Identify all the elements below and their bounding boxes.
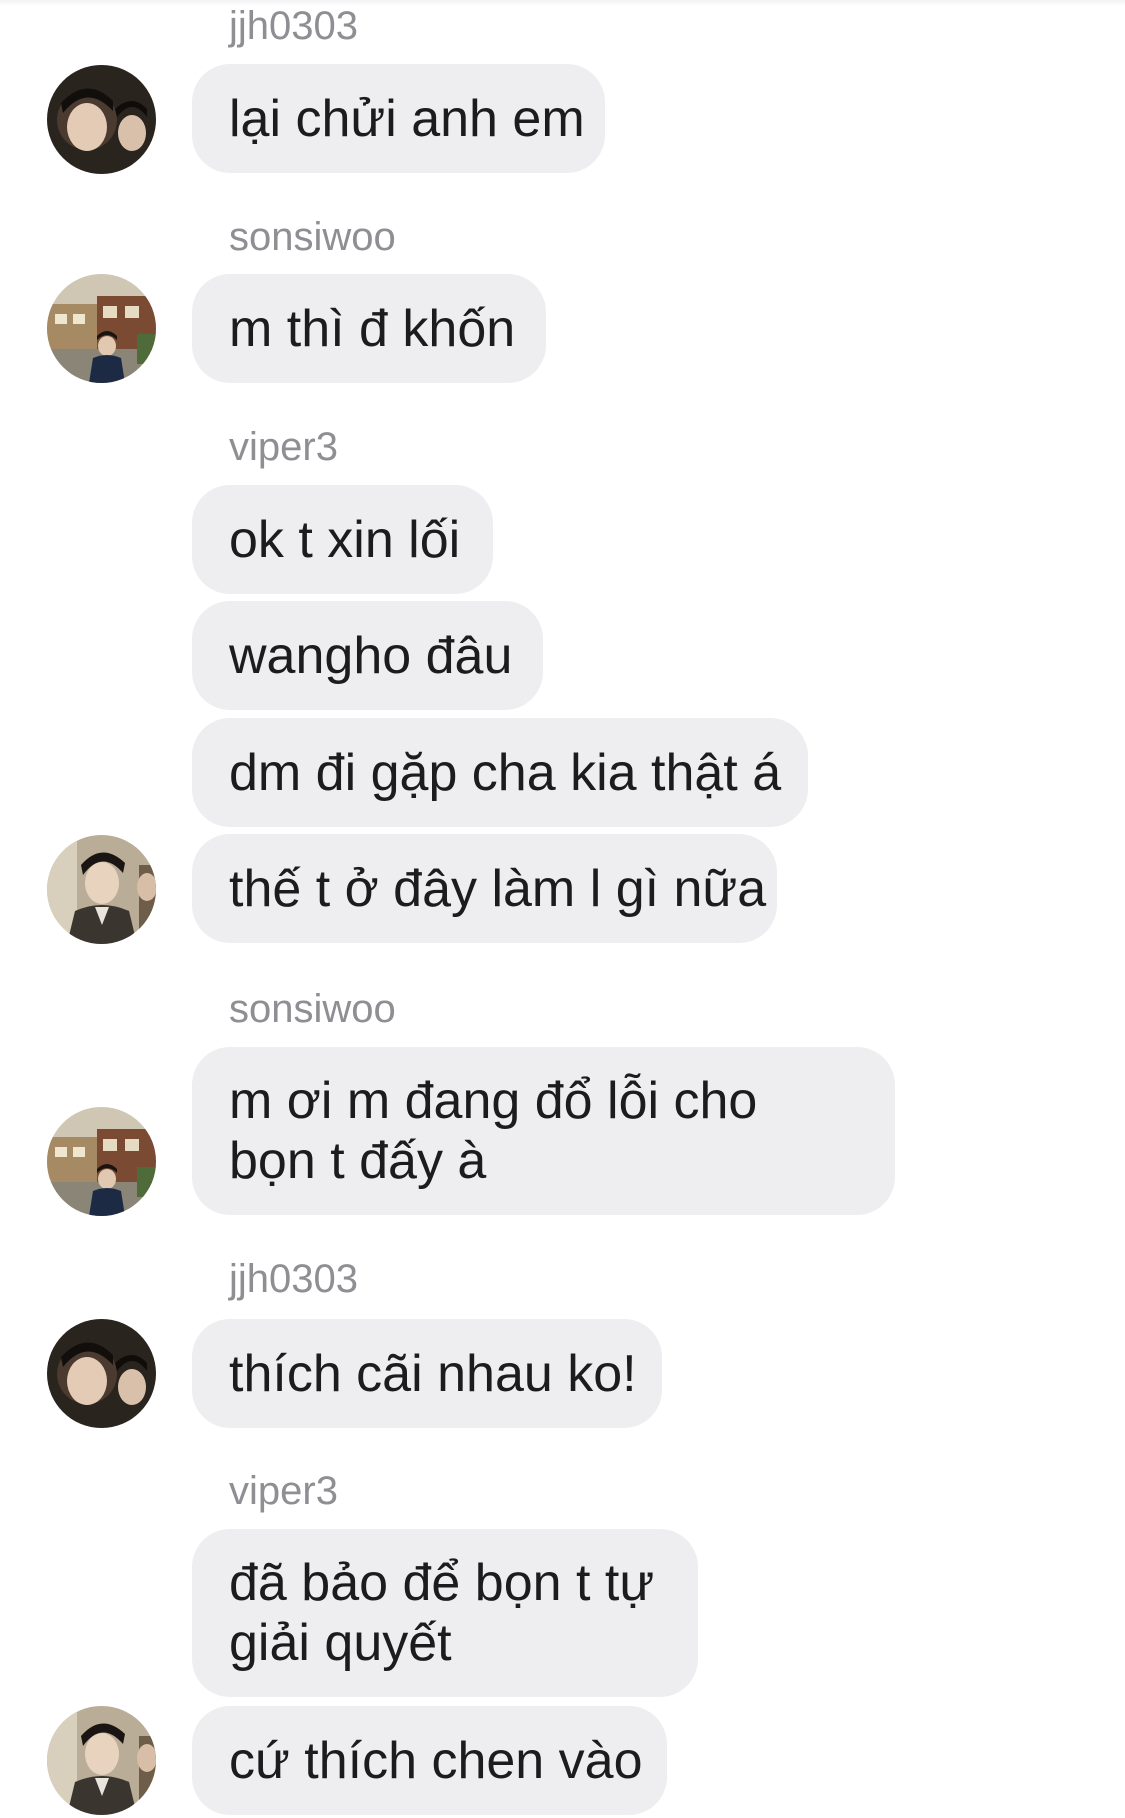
- avatar[interactable]: [47, 835, 156, 944]
- avatar[interactable]: [47, 274, 156, 383]
- sender-name: viper3: [229, 425, 338, 469]
- message-bubble[interactable]: thích cãi nhau ko!: [192, 1319, 662, 1428]
- avatar[interactable]: [47, 1706, 156, 1815]
- sender-name: sonsiwoo: [229, 987, 396, 1031]
- message-bubble[interactable]: wangho đâu: [192, 601, 543, 710]
- sender-name: jjh0303: [229, 1257, 359, 1301]
- message-bubble[interactable]: m thì đ khốn: [192, 274, 546, 383]
- message-bubble[interactable]: dm đi gặp cha kia thật á: [192, 718, 808, 827]
- sender-name: viper3: [229, 1469, 338, 1513]
- top-edge: [0, 0, 1125, 6]
- message-bubble[interactable]: cứ thích chen vào: [192, 1706, 667, 1815]
- message-bubble[interactable]: đã bảo để bọn t tự giải quyết: [192, 1529, 698, 1697]
- avatar[interactable]: [47, 65, 156, 174]
- message-bubble[interactable]: lại chửi anh em: [192, 64, 605, 173]
- message-bubble[interactable]: ok t xin lối: [192, 485, 493, 594]
- message-bubble[interactable]: m ơi m đang đổ lỗi cho bọn t đấy à: [192, 1047, 895, 1215]
- sender-name: jjh0303: [229, 4, 359, 48]
- avatar[interactable]: [47, 1319, 156, 1428]
- sender-name: sonsiwoo: [229, 215, 396, 259]
- avatar[interactable]: [47, 1107, 156, 1216]
- message-bubble[interactable]: thế t ở đây làm l gì nữa: [192, 834, 777, 943]
